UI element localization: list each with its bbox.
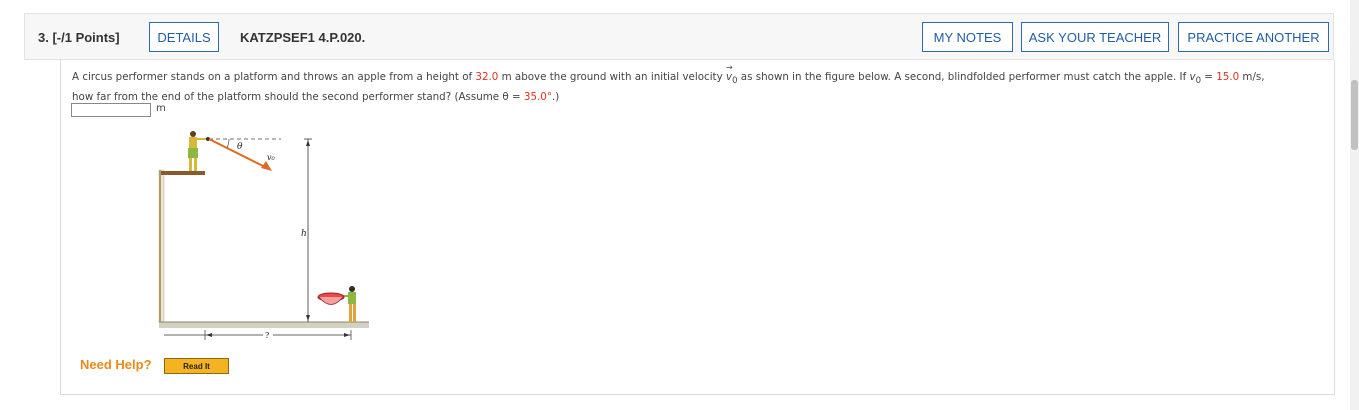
ask-your-teacher-button[interactable]: ASK YOUR TEACHER	[1021, 22, 1169, 52]
scrollbar-thumb[interactable]	[1351, 80, 1358, 150]
v0-subscript: 0	[732, 76, 738, 87]
problem-code: KATZPSEF1 4.P.020.	[240, 30, 366, 45]
h-label: h	[301, 229, 307, 239]
tower-edge	[159, 170, 161, 322]
question-header: 3. [-/1 Points] DETAILS KATZPSEF1 4.P.02…	[24, 13, 1334, 60]
projectile-figure: θ v₀ h ?	[151, 126, 441, 346]
question-text-part: how far from the end of the platform sho…	[72, 91, 524, 104]
answer-input[interactable]	[71, 103, 151, 117]
question-text: A circus performer stands on a platform …	[72, 63, 1322, 105]
distance-label: ?	[265, 331, 269, 340]
question-text-part: .)	[551, 91, 560, 104]
question-body: A circus performer stands on a platform …	[60, 60, 1335, 395]
answer-unit: m	[156, 103, 166, 114]
page-scrollbar[interactable]	[1350, 0, 1359, 410]
read-it-button[interactable]: Read It	[164, 358, 229, 374]
question-number: 3. [-/1 Points]	[38, 30, 120, 45]
question-text-part: as shown in the figure below. A second, …	[737, 71, 1190, 83]
question-text-part: m above the ground with an initial veloc…	[498, 71, 726, 83]
question-text-part: m/s,	[1239, 71, 1265, 83]
platform	[161, 171, 205, 175]
need-help-label: Need Help?	[80, 357, 152, 372]
theta-label: θ	[237, 142, 243, 152]
vector-arrow-icon: →	[725, 63, 733, 72]
question-text-part: A circus performer stands on a platform …	[72, 71, 476, 83]
details-button[interactable]: DETAILS	[149, 22, 219, 52]
v0-figure-label: v₀	[267, 153, 276, 162]
angle-value: 35.0°	[523, 91, 552, 104]
my-notes-button[interactable]: MY NOTES	[922, 22, 1013, 52]
practice-another-button[interactable]: PRACTICE ANOTHER	[1178, 22, 1329, 52]
ground	[159, 322, 369, 328]
height-value: 32.0	[475, 71, 499, 83]
question-text-part: =	[1201, 71, 1217, 83]
v0-vector-symbol: → v0	[726, 63, 738, 89]
speed-value: 15.0	[1216, 71, 1240, 83]
